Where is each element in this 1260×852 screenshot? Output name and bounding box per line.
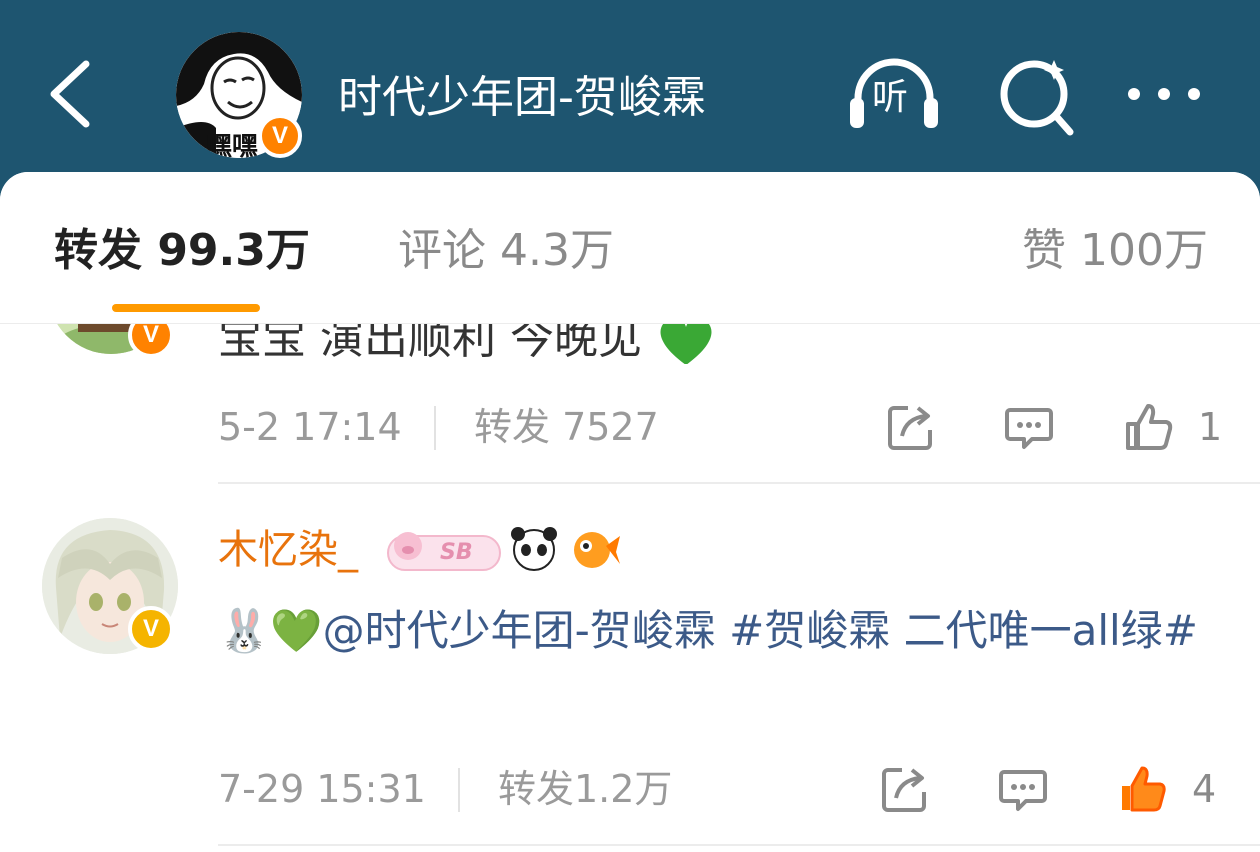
- share-icon: [888, 406, 932, 450]
- verified-badge: V: [128, 324, 174, 358]
- item-divider: [218, 844, 1260, 846]
- comment-icon: [999, 770, 1047, 811]
- verified-badge: V: [128, 606, 174, 652]
- search-button[interactable]: [994, 54, 1090, 138]
- comment-button[interactable]: [998, 764, 1048, 814]
- meta-divider: [458, 768, 460, 812]
- back-button[interactable]: [40, 58, 100, 130]
- username-link[interactable]: 木忆染_: [218, 522, 358, 578]
- badge-label: SB: [440, 540, 473, 565]
- panda-icon: [511, 527, 557, 571]
- tab-bar: 转发 99.3万 评论 4.3万 赞 100万: [0, 172, 1260, 324]
- share-icon: [882, 768, 926, 812]
- post-time: 5-2 17:14: [218, 405, 402, 449]
- like-count: 1: [1198, 405, 1223, 449]
- forward-count[interactable]: 转发1.2万: [498, 764, 672, 814]
- post-text: 宝宝 演出顺利 今晚见: [218, 324, 716, 364]
- reposts-sheet: 转发 99.3万 评论 4.3万 赞 100万 V 宝宝 演出顺利 今晚见 5-…: [0, 172, 1260, 852]
- list-item: V 宝宝 演出顺利 今晚见: [0, 324, 1260, 364]
- thumbs-up-icon: [1126, 404, 1173, 450]
- fish-icon: [574, 532, 620, 568]
- verified-badge: V: [258, 114, 302, 158]
- tab-like[interactable]: 赞 100万: [1022, 220, 1208, 282]
- item-meta-row: 5-2 17:14 转发 7527 1: [218, 402, 1222, 452]
- listen-label: 听: [872, 77, 909, 118]
- search-icon: [1000, 60, 1074, 136]
- listen-button[interactable]: 听: [846, 54, 942, 138]
- user-badges: SB: [384, 524, 624, 576]
- thumbs-up-liked-icon: [1122, 766, 1166, 812]
- item-divider: [218, 482, 1260, 484]
- active-tab-indicator: [112, 304, 260, 312]
- like-button[interactable]: [1124, 402, 1174, 452]
- share-button[interactable]: [880, 764, 930, 814]
- page-title: 时代少年团-贺峻霖: [338, 72, 706, 123]
- comment-icon: [1005, 408, 1053, 449]
- like-count: 4: [1192, 767, 1217, 811]
- tab-forward[interactable]: 转发 99.3万: [54, 220, 310, 282]
- share-button[interactable]: [886, 402, 936, 452]
- emoji-prefix: 🐰💚: [218, 606, 323, 655]
- more-dots-icon: [1128, 88, 1200, 100]
- chevron-left-icon: [50, 60, 90, 128]
- mention-link[interactable]: @时代少年团-贺峻霖: [323, 606, 716, 655]
- avatar-caption: 嘿嘿: [206, 132, 259, 158]
- post-time: 7-29 15:31: [218, 767, 426, 811]
- top-bar: 嘿嘿 V 时代少年团-贺峻霖 听: [0, 0, 1260, 200]
- comment-button[interactable]: [1004, 402, 1054, 452]
- more-button[interactable]: [1120, 54, 1210, 138]
- post-text: 🐰💚@时代少年团-贺峻霖 #贺峻霖 二代唯一all绿#: [218, 602, 1228, 660]
- green-heart-icon: [660, 324, 712, 364]
- item-meta-row: 7-29 15:31 转发1.2万 4: [218, 764, 1218, 814]
- like-button[interactable]: [1118, 764, 1168, 814]
- meta-divider: [434, 406, 436, 450]
- badge-icons: [387, 527, 620, 571]
- topic-link[interactable]: #贺峻霖 二代唯一all绿#: [729, 606, 1198, 655]
- tab-comment[interactable]: 评论 4.3万: [398, 220, 614, 282]
- forward-count[interactable]: 转发 7527: [474, 402, 659, 452]
